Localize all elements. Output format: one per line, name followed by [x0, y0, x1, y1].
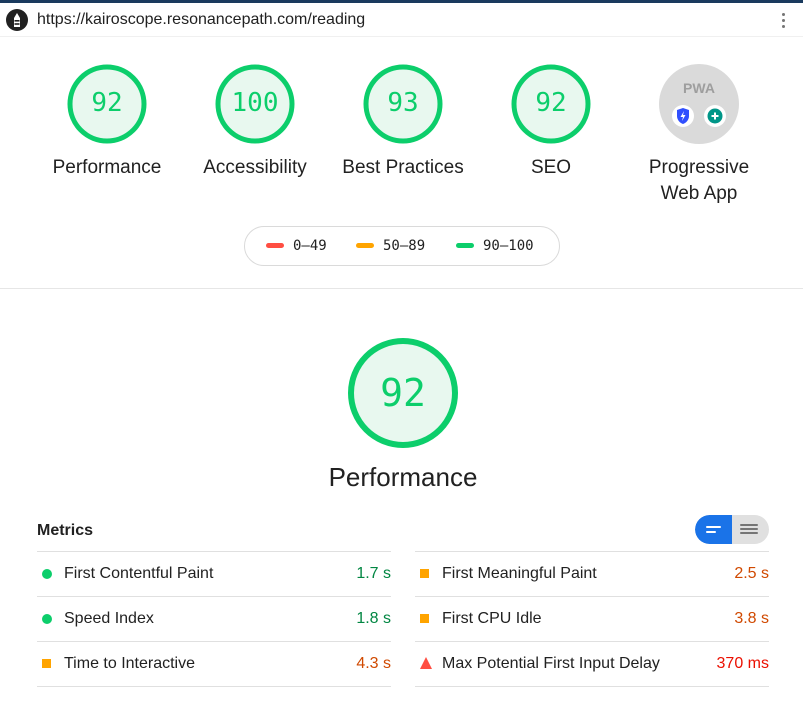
performance-title: Performance	[328, 462, 478, 492]
average-square-icon	[420, 569, 429, 578]
performance-gauge-large: 92 Performance	[303, 336, 503, 493]
expanded-view-icon[interactable]	[732, 515, 769, 544]
gauge-score: 100	[231, 88, 279, 118]
metric-row: Max Potential First Input Delay 370 ms	[415, 641, 769, 687]
pass-dot-icon	[42, 614, 52, 624]
metric-row: First Meaningful Paint 2.5 s	[415, 551, 769, 596]
pwa-label-line2: Web App	[660, 183, 738, 204]
fail-triangle-icon	[420, 657, 432, 669]
url-bar: https://kairoscope.resonancepath.com/rea…	[0, 3, 803, 37]
gauge-accessibility[interactable]: 100 Accessibility	[181, 63, 329, 181]
metric-name: First Meaningful Paint	[442, 565, 597, 582]
gauge-label: Best Practices	[342, 157, 464, 178]
metrics-heading: Metrics	[37, 522, 94, 539]
average-square-icon	[42, 659, 51, 668]
metric-row: Speed Index 1.8 s	[37, 596, 391, 641]
metric-value: 4.3 s	[356, 655, 391, 672]
lightning-shield-icon	[672, 105, 694, 127]
pwa-label-line1: Progressive	[648, 157, 750, 178]
legend-fail: 0–49	[266, 227, 327, 265]
legend-pass: 90–100	[456, 227, 534, 265]
performance-score: 92	[380, 371, 426, 415]
plus-circle-icon	[704, 105, 726, 127]
legend-pass-range: 90–100	[483, 238, 534, 254]
gauge-score: 92	[91, 88, 123, 118]
average-square-icon	[420, 614, 429, 623]
metric-name: Time to Interactive	[64, 655, 196, 672]
metrics-view-toggle[interactable]	[695, 515, 769, 544]
metric-value: 1.8 s	[356, 610, 391, 627]
more-options-icon[interactable]	[778, 11, 788, 29]
metric-row: Time to Interactive 4.3 s	[37, 641, 391, 687]
legend-average: 50–89	[356, 227, 425, 265]
metric-name: Max Potential First Input Delay	[442, 655, 660, 672]
gauge-seo[interactable]: 92 SEO	[477, 63, 625, 181]
legend-pass-swatch	[456, 242, 474, 248]
compact-view-icon[interactable]	[695, 515, 732, 544]
metric-row: First CPU Idle 3.8 s	[415, 596, 769, 641]
pwa-badge-text: PWA	[683, 80, 715, 96]
lighthouse-logo-icon	[6, 9, 28, 31]
metrics-column-left: First Contentful Paint 1.7 s Speed Index…	[37, 551, 391, 687]
gauge-label: SEO	[530, 157, 572, 178]
metric-value: 2.5 s	[734, 565, 769, 582]
pass-dot-icon	[42, 569, 52, 579]
score-legend: 0–49 50–89 90–100	[244, 226, 560, 266]
gauge-score: 92	[535, 88, 567, 118]
metric-name: First CPU Idle	[442, 610, 542, 627]
legend-average-range: 50–89	[383, 238, 426, 254]
metric-name: Speed Index	[64, 610, 154, 627]
metric-value: 3.8 s	[734, 610, 769, 627]
metrics-column-right: First Meaningful Paint 2.5 s First CPU I…	[415, 551, 769, 687]
legend-average-swatch	[356, 242, 374, 248]
metric-row: First Contentful Paint 1.7 s	[37, 551, 391, 596]
metric-value: 1.7 s	[356, 565, 391, 582]
metric-value: 370 ms	[716, 655, 769, 672]
gauge-label: Performance	[52, 157, 162, 178]
gauge-label: Accessibility	[203, 157, 307, 178]
gauge-pwa[interactable]: PWA Progressive Web App	[625, 63, 773, 207]
gauge-score: 93	[387, 88, 419, 118]
legend-fail-swatch	[266, 242, 284, 248]
section-divider	[0, 288, 803, 289]
gauge-label: Progressive Web App	[625, 155, 773, 207]
page-url[interactable]: https://kairoscope.resonancepath.com/rea…	[37, 11, 365, 29]
metric-name: First Contentful Paint	[64, 565, 214, 582]
pwa-badge: PWA	[659, 64, 739, 144]
legend-fail-range: 0–49	[293, 238, 327, 254]
gauge-performance[interactable]: 92 Performance	[33, 63, 181, 181]
gauge-best-practices[interactable]: 93 Best Practices	[329, 63, 477, 181]
